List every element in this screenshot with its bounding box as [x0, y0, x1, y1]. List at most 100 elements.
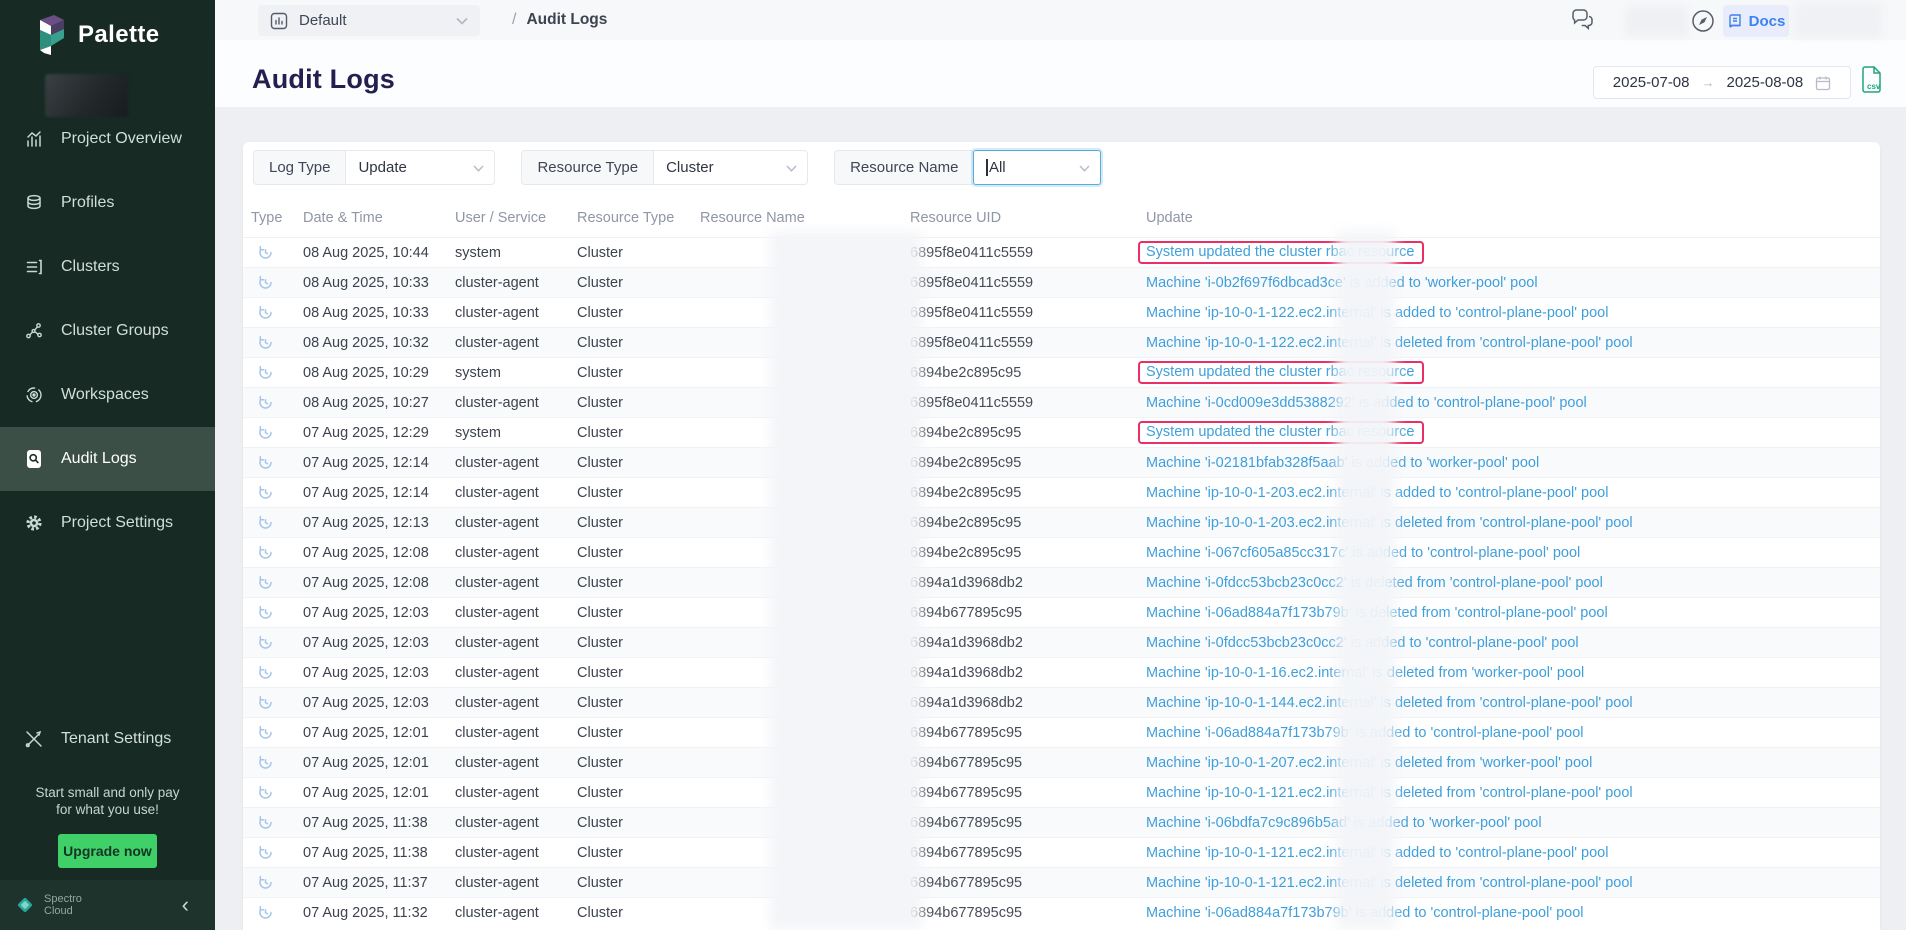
cell-update: Machine 'i-02181bfab328f5aab' is added t…: [1146, 455, 1880, 471]
table-row[interactable]: 07 Aug 2025, 12:14 cluster-agent Cluster…: [243, 477, 1880, 507]
redacted-resource-name-column: [770, 231, 922, 930]
table-row[interactable]: 08 Aug 2025, 10:29 system Cluster 6894be…: [243, 357, 1880, 387]
col-header-resource-name[interactable]: Resource Name: [700, 210, 910, 226]
upgrade-now-button[interactable]: Upgrade now: [58, 834, 157, 868]
cell-update: System updated the cluster rbac resource: [1146, 361, 1880, 384]
sidebar-item-workspaces[interactable]: Workspaces: [0, 363, 215, 427]
cell-date: 08 Aug 2025, 10:29: [303, 365, 455, 381]
cell-update: Machine 'i-0b2f697f6dbcad3ce' is added t…: [1146, 275, 1880, 291]
network-icon: [24, 321, 44, 341]
orbit-icon: [24, 385, 44, 405]
table-row[interactable]: 08 Aug 2025, 10:27 cluster-agent Cluster…: [243, 387, 1880, 417]
page-title: Audit Logs: [252, 64, 395, 95]
cell-update: Machine 'ip-10-0-1-207.ec2.internal' is …: [1146, 755, 1880, 771]
col-header-resource-type[interactable]: Resource Type: [577, 210, 700, 226]
sidebar-item-clusters[interactable]: Clusters: [0, 235, 215, 299]
table-row[interactable]: 07 Aug 2025, 11:38 cluster-agent Cluster…: [243, 807, 1880, 837]
table-row[interactable]: 07 Aug 2025, 11:38 cluster-agent Cluster…: [243, 837, 1880, 867]
cell-date: 07 Aug 2025, 11:32: [303, 905, 455, 921]
table-row[interactable]: 07 Aug 2025, 12:01 cluster-agent Cluster…: [243, 747, 1880, 777]
sidebar-item-label: Audit Logs: [61, 450, 137, 468]
history-icon: [251, 605, 303, 620]
table-row[interactable]: 07 Aug 2025, 11:37 cluster-agent Cluster…: [243, 867, 1880, 897]
docs-label: Docs: [1749, 13, 1786, 30]
sidebar-item-tenant-settings[interactable]: Tenant Settings: [0, 707, 215, 771]
cell-user: cluster-agent: [455, 845, 577, 861]
collapse-sidebar-chevron[interactable]: ‹: [182, 895, 201, 915]
col-header-date[interactable]: Date & Time: [303, 210, 455, 226]
export-csv-icon[interactable]: csv: [1860, 66, 1885, 94]
cell-user: cluster-agent: [455, 635, 577, 651]
history-icon: [251, 875, 303, 890]
cell-update: Machine 'i-0cd009e3dd5388292' is added t…: [1146, 395, 1880, 411]
list-icon: [24, 257, 44, 277]
cell-user: cluster-agent: [455, 905, 577, 921]
table-row[interactable]: 08 Aug 2025, 10:32 cluster-agent Cluster…: [243, 327, 1880, 357]
history-icon: [251, 725, 303, 740]
cell-user: cluster-agent: [455, 665, 577, 681]
filter-bar: Log Type Update Resource Type Cluster Re…: [253, 150, 1101, 185]
history-icon: [251, 425, 303, 440]
table-row[interactable]: 07 Aug 2025, 12:08 cluster-agent Cluster…: [243, 567, 1880, 597]
breadcrumb: / Audit Logs: [512, 0, 607, 40]
cell-user: cluster-agent: [455, 455, 577, 471]
date-range-picker[interactable]: 2025-07-08 → 2025-08-08: [1593, 66, 1851, 99]
cell-resource-uid: 6894be2c895c95: [910, 515, 1146, 531]
chart-icon: [24, 129, 44, 149]
docs-button[interactable]: Docs: [1723, 5, 1789, 37]
table-row[interactable]: 08 Aug 2025, 10:44 system Cluster 6895f8…: [243, 237, 1880, 267]
table-row[interactable]: 07 Aug 2025, 12:13 cluster-agent Cluster…: [243, 507, 1880, 537]
project-scope-dropdown[interactable]: Default: [258, 5, 480, 36]
title-band: Audit Logs 2025-07-08 → 2025-08-08 csv: [215, 40, 1906, 107]
date-end[interactable]: 2025-08-08: [1727, 74, 1804, 91]
cell-resource-type: Cluster: [577, 755, 700, 771]
table-row[interactable]: 07 Aug 2025, 12:01 cluster-agent Cluster…: [243, 777, 1880, 807]
table-row[interactable]: 07 Aug 2025, 12:08 cluster-agent Cluster…: [243, 537, 1880, 567]
date-start[interactable]: 2025-07-08: [1613, 74, 1690, 91]
sidebar-item-cluster-groups[interactable]: Cluster Groups: [0, 299, 215, 363]
table-row[interactable]: 08 Aug 2025, 10:33 cluster-agent Cluster…: [243, 297, 1880, 327]
log-type-select[interactable]: Update: [345, 150, 495, 185]
sidebar-item-project-settings[interactable]: Project Settings: [0, 491, 215, 555]
cell-update: System updated the cluster rbac resource: [1146, 421, 1880, 444]
palette-logo[interactable]: Palette: [34, 14, 160, 56]
layers-icon: [24, 193, 44, 213]
cell-resource-type: Cluster: [577, 695, 700, 711]
cell-date: 07 Aug 2025, 12:03: [303, 695, 455, 711]
cell-update: Machine 'ip-10-0-1-121.ec2.internal' is …: [1146, 875, 1880, 891]
col-header-user[interactable]: User / Service: [455, 210, 577, 226]
redacted-topbar-item: [1626, 6, 1688, 36]
table-row[interactable]: 07 Aug 2025, 12:14 cluster-agent Cluster…: [243, 447, 1880, 477]
table-row[interactable]: 07 Aug 2025, 12:03 cluster-agent Cluster…: [243, 627, 1880, 657]
table-row[interactable]: 07 Aug 2025, 12:03 cluster-agent Cluster…: [243, 597, 1880, 627]
table-row[interactable]: 07 Aug 2025, 12:03 cluster-agent Cluster…: [243, 657, 1880, 687]
cell-resource-uid: 6894be2c895c95: [910, 545, 1146, 561]
brand-name: Palette: [78, 21, 160, 49]
resource-type-select[interactable]: Cluster: [653, 150, 808, 185]
table-row[interactable]: 07 Aug 2025, 12:29 system Cluster 6894be…: [243, 417, 1880, 447]
chevron-down-icon: [786, 165, 797, 172]
col-header-update[interactable]: Update: [1146, 210, 1880, 226]
sidebar-item-profiles[interactable]: Profiles: [0, 171, 215, 235]
gear-icon: [24, 513, 44, 533]
cell-user: cluster-agent: [455, 785, 577, 801]
sidebar-item-audit-logs[interactable]: Audit Logs: [0, 427, 215, 491]
col-header-resource-uid[interactable]: Resource UID: [910, 210, 1146, 226]
cell-user: system: [455, 245, 577, 261]
compass-icon[interactable]: [1690, 8, 1716, 34]
table-row[interactable]: 07 Aug 2025, 12:03 cluster-agent Cluster…: [243, 687, 1880, 717]
chat-icon[interactable]: [1570, 8, 1596, 32]
cell-resource-uid: 6894be2c895c95: [910, 455, 1146, 471]
resource-name-select[interactable]: All: [973, 150, 1101, 185]
sidebar-item-project-overview[interactable]: Project Overview: [0, 107, 215, 171]
table-header-row: Type Date & Time User / Service Resource…: [243, 199, 1880, 237]
col-header-type[interactable]: Type: [251, 210, 303, 226]
table-row[interactable]: 08 Aug 2025, 10:33 cluster-agent Cluster…: [243, 267, 1880, 297]
table-row[interactable]: 07 Aug 2025, 11:32 cluster-agent Cluster…: [243, 897, 1880, 927]
history-icon: [251, 845, 303, 860]
scope-chart-icon: [270, 12, 288, 30]
redacted-resource-uid-tail: [1337, 231, 1395, 930]
table-row[interactable]: 07 Aug 2025, 12:01 cluster-agent Cluster…: [243, 717, 1880, 747]
filter-resource-type: Resource Type Cluster: [521, 150, 808, 185]
breadcrumb-current[interactable]: Audit Logs: [526, 11, 607, 29]
